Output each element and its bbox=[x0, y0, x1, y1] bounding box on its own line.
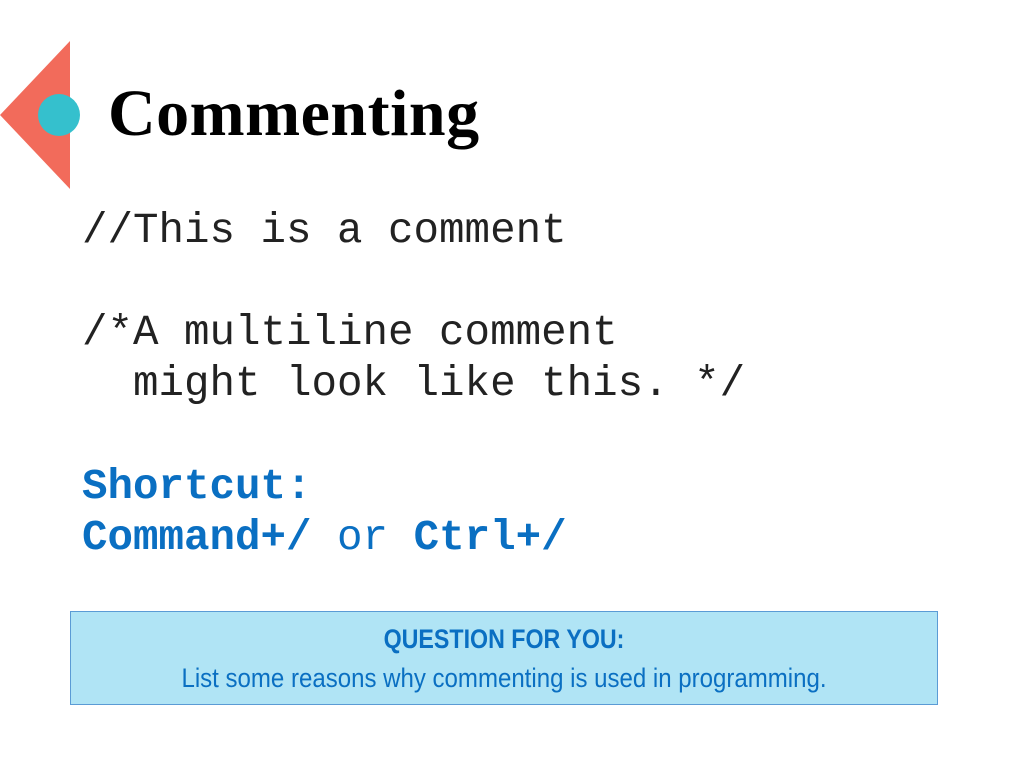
windows-shortcut: Ctrl+/ bbox=[413, 514, 567, 562]
multiline-comment-line-2: might look like this. */ bbox=[82, 360, 746, 408]
single-line-comment-example: //This is a comment bbox=[82, 207, 567, 255]
title-decoration bbox=[0, 41, 80, 189]
shortcut-separator: or bbox=[311, 514, 414, 562]
question-box: QUESTION FOR YOU: List some reasons why … bbox=[70, 611, 938, 705]
shortcut-keys: Command+/ or Ctrl+/ bbox=[82, 512, 567, 564]
question-title: QUESTION FOR YOU: bbox=[383, 624, 625, 654]
shortcut-heading: Shortcut: bbox=[82, 463, 312, 511]
multiline-comment-line-1: /*A multiline comment bbox=[82, 309, 618, 357]
slide-title: Commenting bbox=[108, 77, 480, 150]
teal-circle-shape bbox=[38, 94, 80, 136]
mac-shortcut: Command+/ bbox=[82, 514, 312, 562]
question-text: List some reasons why commenting is used… bbox=[181, 663, 827, 693]
